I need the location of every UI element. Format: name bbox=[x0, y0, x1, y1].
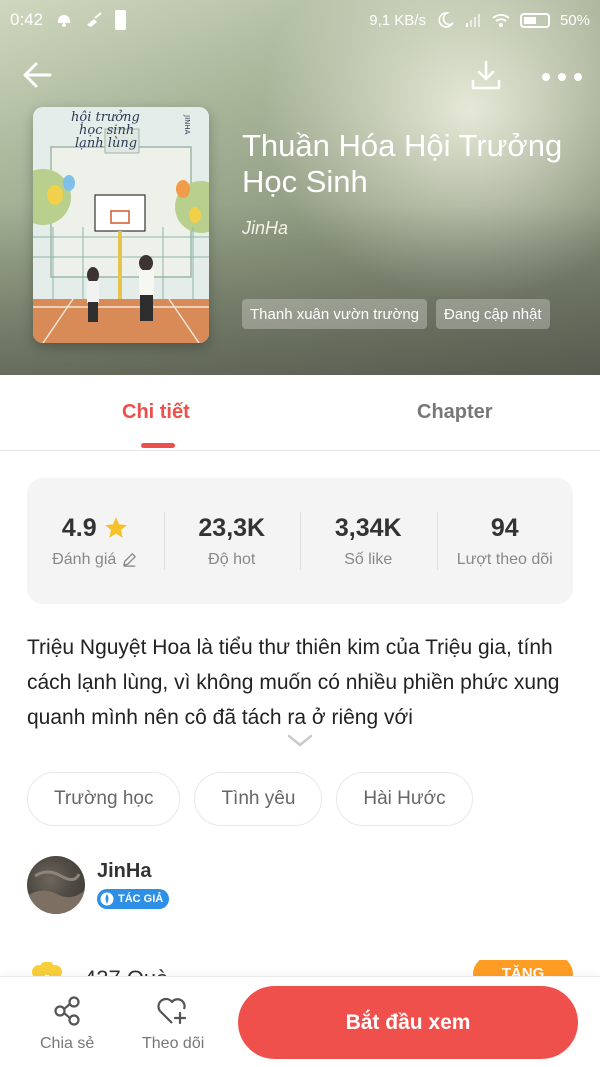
tab-bar: Chi tiết Chapter bbox=[0, 375, 600, 451]
hot-value: 23,3K bbox=[198, 513, 266, 542]
author-row[interactable]: JinHa TÁC GIẢ bbox=[27, 856, 170, 914]
book-author[interactable]: JinHa bbox=[242, 218, 572, 239]
expand-description-button[interactable] bbox=[286, 733, 314, 754]
rating-value: 4.9 bbox=[61, 513, 97, 542]
tag-category[interactable]: Thanh xuân vườn trường bbox=[242, 299, 428, 329]
bottom-action-bar: Chia sẻ Theo dõi Bắt đầu xem bbox=[0, 976, 600, 1067]
avatar-image bbox=[27, 870, 85, 914]
stat-rating[interactable]: 4.9 Đánh giá bbox=[27, 478, 164, 604]
book-description: Triệu Nguyệt Hoa là tiểu thư thiên kim c… bbox=[27, 636, 560, 729]
follow-button[interactable]: Theo dõi bbox=[142, 995, 204, 1053]
status-time: 0:42 bbox=[10, 10, 44, 29]
stat-hot: 23,3K Độ hot bbox=[163, 478, 301, 604]
likes-label: Số like bbox=[344, 550, 393, 568]
tab-chapter[interactable]: Chapter bbox=[417, 401, 493, 424]
rating-label: Đánh giá bbox=[52, 550, 117, 568]
genre-chip[interactable]: Trường học bbox=[27, 772, 181, 826]
top-bar bbox=[0, 55, 600, 100]
chevron-down-icon bbox=[287, 734, 313, 747]
avatar[interactable] bbox=[27, 856, 85, 914]
hot-label: Độ hot bbox=[208, 550, 256, 568]
signal-icon bbox=[465, 14, 480, 27]
tag-status: Đang cập nhật bbox=[436, 299, 550, 329]
author-badge: TÁC GIẢ bbox=[97, 888, 170, 909]
more-dots-icon bbox=[542, 73, 582, 81]
notification-icon bbox=[58, 15, 71, 27]
author-badge-label: TÁC GIẢ bbox=[118, 892, 164, 905]
start-reading-button[interactable]: Bắt đầu xem bbox=[238, 986, 578, 1059]
battery-icon bbox=[519, 12, 550, 28]
genre-chip[interactable]: Tình yêu bbox=[194, 772, 323, 826]
genre-chip[interactable]: Hài Hước bbox=[336, 772, 473, 826]
download-button[interactable] bbox=[466, 55, 506, 95]
wifi-icon bbox=[492, 14, 510, 27]
followers-label: Lượt theo dõi bbox=[456, 550, 553, 568]
book-tags: Thanh xuân vườn trường Đang cập nhật bbox=[242, 299, 550, 329]
back-button[interactable] bbox=[18, 55, 58, 95]
followers-value: 94 bbox=[490, 513, 519, 542]
cover-illustration: hội trưởng học sinh lạnh lùng JINHA bbox=[33, 107, 209, 343]
book-info: Thuần Hóa Hội Trưởng Học Sinh JinHa bbox=[242, 128, 572, 239]
share-icon bbox=[54, 996, 80, 1026]
star-icon bbox=[104, 517, 127, 538]
book-cover[interactable]: hội trưởng học sinh lạnh lùng JINHA bbox=[33, 107, 209, 343]
network-speed: 9,1 KB/s bbox=[369, 11, 426, 29]
battery-saver-icon bbox=[115, 10, 127, 30]
download-icon bbox=[471, 60, 501, 90]
share-label: Chia sẻ bbox=[40, 1035, 95, 1052]
broom-icon bbox=[87, 12, 102, 27]
svg-text:lạnh lùng: lạnh lùng bbox=[75, 136, 137, 151]
heart-plus-icon bbox=[157, 997, 187, 1025]
book-title: Thuần Hóa Hội Trưởng Học Sinh bbox=[242, 128, 563, 199]
moon-icon bbox=[438, 12, 454, 28]
edit-icon bbox=[123, 553, 137, 567]
author-name[interactable]: JinHa bbox=[97, 860, 169, 883]
tab-indicator bbox=[141, 443, 175, 448]
svg-text:JINHA: JINHA bbox=[183, 114, 191, 135]
battery-level: 50% bbox=[559, 11, 590, 29]
genre-chips: Trường học Tình yêu Hài Hước bbox=[27, 772, 473, 826]
stat-likes: 3,34K Số like bbox=[300, 478, 437, 604]
likes-value: 3,34K bbox=[334, 513, 402, 542]
status-bar: 0:42 9,1 KB/s 50% bbox=[0, 0, 600, 40]
tab-details[interactable]: Chi tiết bbox=[122, 401, 190, 424]
follow-label: Theo dõi bbox=[142, 1035, 205, 1052]
more-button[interactable] bbox=[538, 57, 586, 97]
arrow-left-icon bbox=[23, 62, 52, 88]
stats-panel: 4.9 Đánh giá 23,3K Độ hot 3,34K Số like … bbox=[27, 478, 573, 604]
quill-icon bbox=[100, 892, 114, 905]
stat-followers: 94 Lượt theo dõi bbox=[436, 478, 574, 604]
share-button[interactable]: Chia sẻ bbox=[40, 995, 94, 1053]
